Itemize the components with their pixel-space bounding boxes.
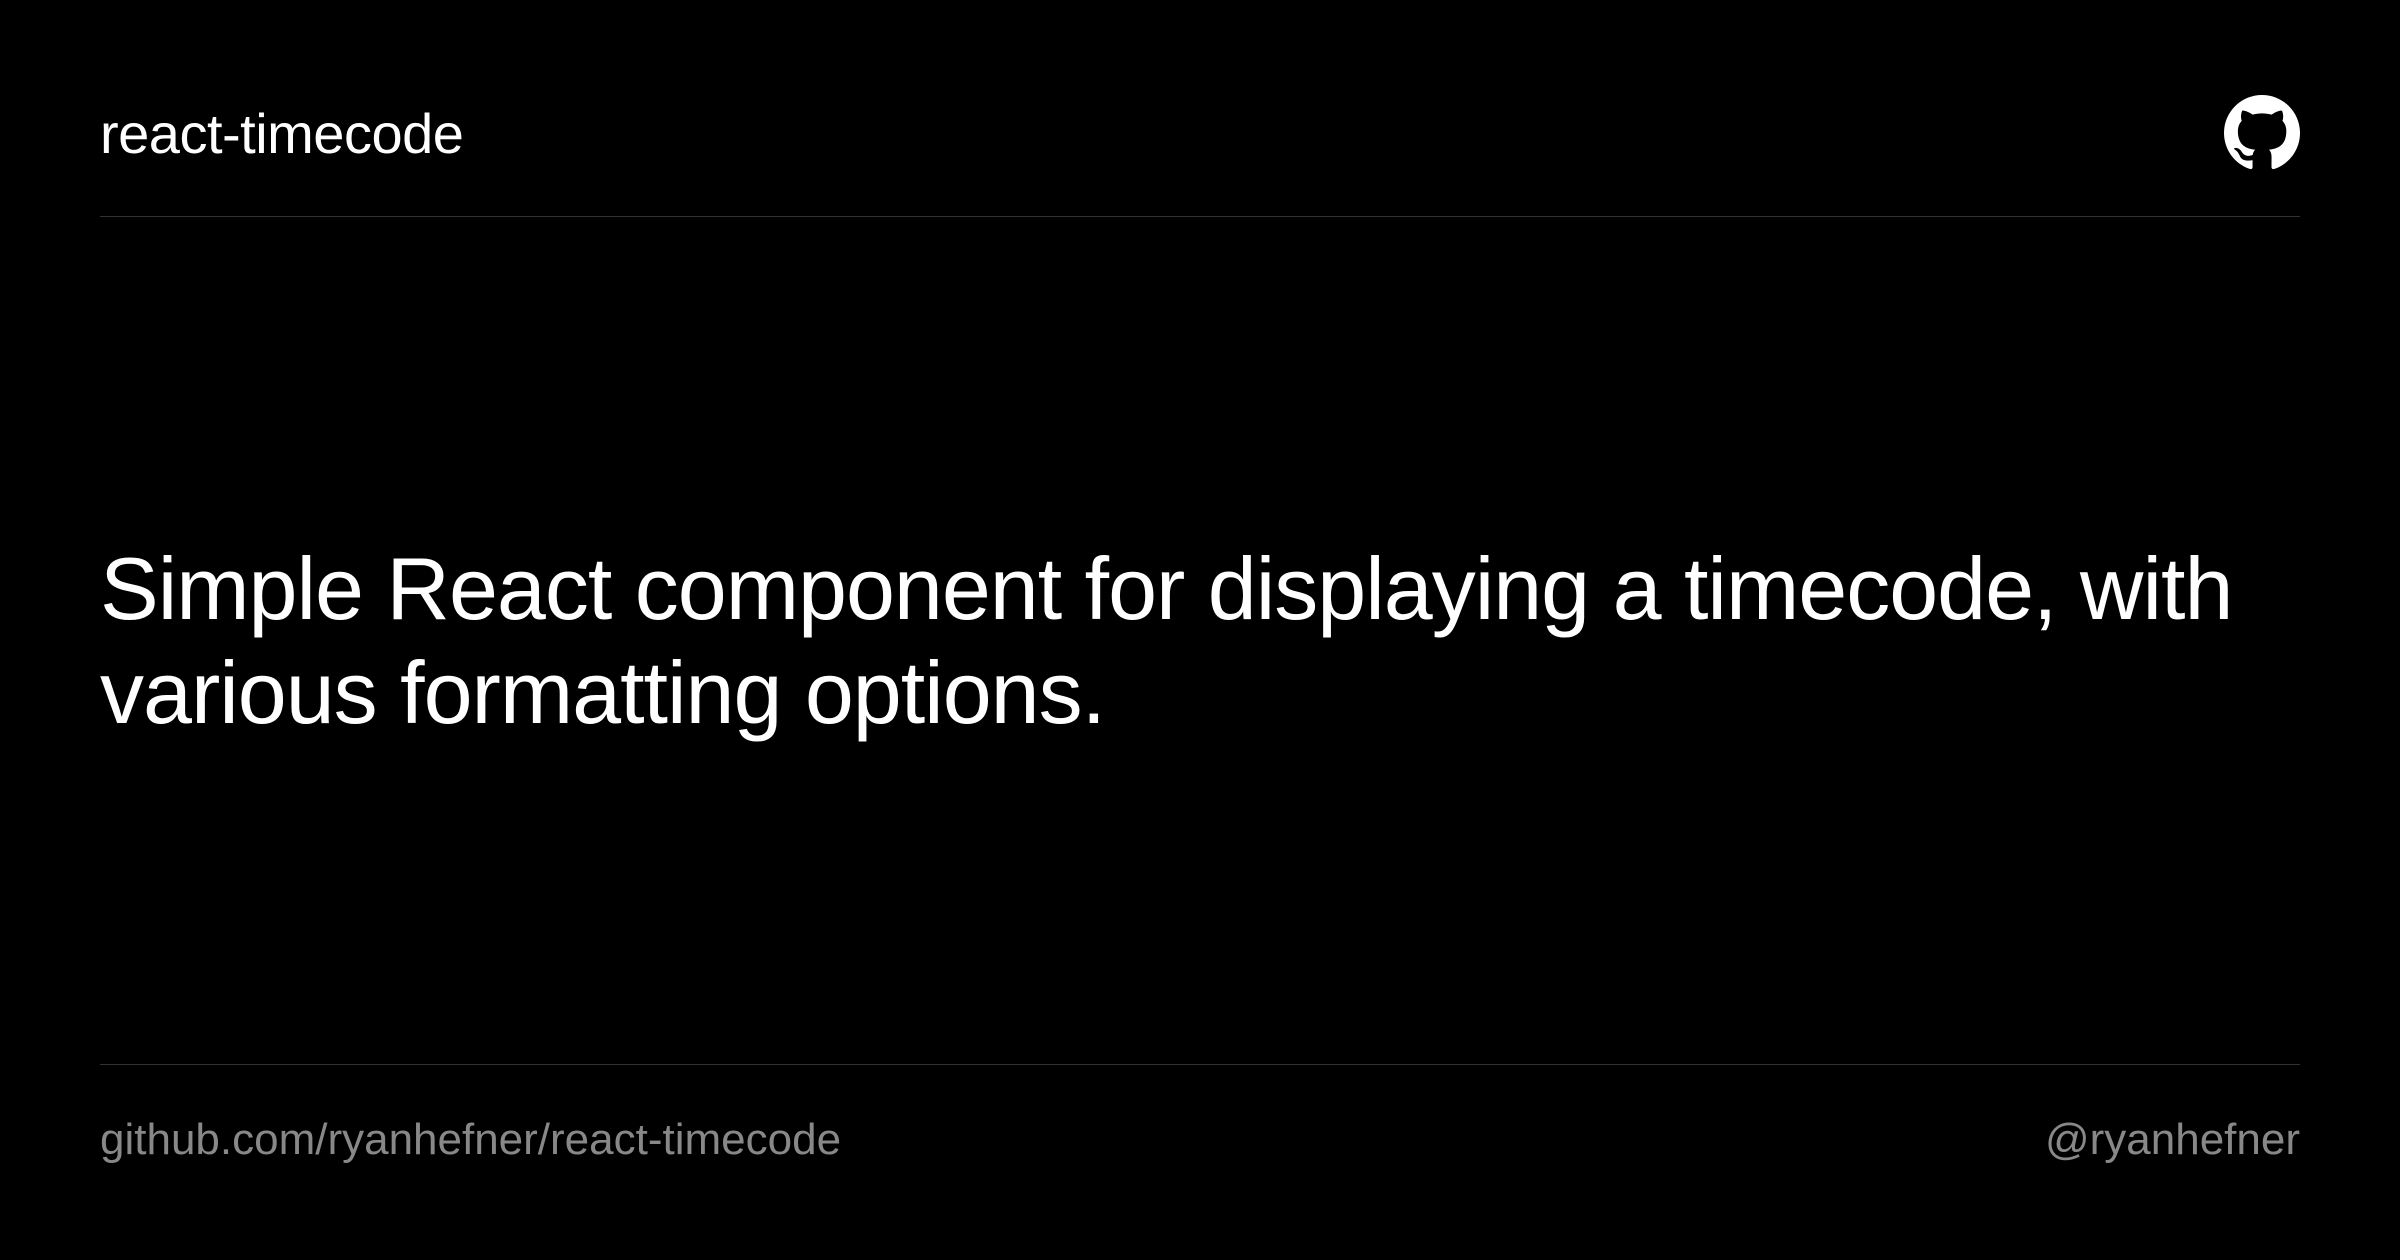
author-handle: @ryanhefner [2045, 1115, 2300, 1165]
footer: github.com/ryanhefner/react-timecode @ry… [100, 1064, 2300, 1165]
header: react-timecode [100, 95, 2300, 217]
repo-description: Simple React component for displaying a … [100, 537, 2300, 745]
repo-title: react-timecode [100, 101, 463, 166]
github-icon[interactable] [2224, 95, 2300, 171]
repo-url: github.com/ryanhefner/react-timecode [100, 1115, 841, 1165]
main-content: Simple React component for displaying a … [100, 217, 2300, 1064]
